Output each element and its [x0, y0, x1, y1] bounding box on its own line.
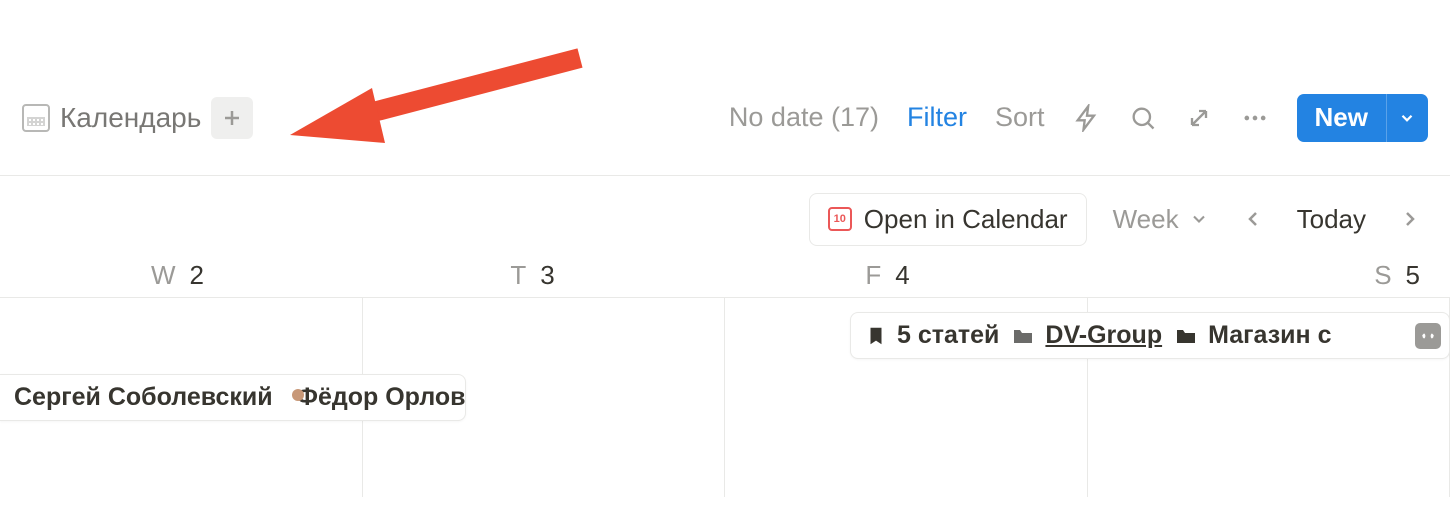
no-date-counter[interactable]: No date (17) — [729, 102, 879, 133]
event-tag-label: DV-Group — [1045, 321, 1162, 350]
new-button[interactable]: New — [1297, 94, 1386, 142]
folder-icon — [1174, 324, 1198, 348]
calendar-grid-icon — [22, 104, 50, 132]
chevron-down-icon — [1189, 209, 1209, 229]
event-person-name: Фёдор Орлов — [297, 383, 466, 412]
add-view-button[interactable] — [211, 97, 253, 139]
event-expand-handle[interactable] — [1415, 323, 1441, 349]
view-actions: No date (17) Filter Sort New — [729, 34, 1428, 142]
day-header: T 3 — [355, 260, 710, 291]
event-tag: DV-Group — [1011, 321, 1162, 350]
drag-horizontal-icon — [1420, 328, 1436, 344]
day-number: 3 — [540, 260, 554, 291]
range-label: Week — [1113, 204, 1179, 235]
event-tag: Магазин с — [1174, 321, 1331, 350]
day-letter: S — [1374, 260, 1391, 291]
day-header: F 4 — [710, 260, 1065, 291]
calendar-event[interactable]: 5 статей DV-Group Магазин с — [850, 312, 1450, 359]
bookmark-icon — [865, 325, 887, 347]
filter-button[interactable]: Filter — [907, 102, 967, 133]
day-header-row: W 2 T 3 F 4 S 5 — [0, 246, 1450, 297]
folder-icon — [1011, 324, 1035, 348]
new-button-dropdown[interactable] — [1386, 94, 1428, 142]
sort-button[interactable]: Sort — [995, 102, 1045, 133]
lightning-icon — [1073, 104, 1101, 132]
open-in-calendar-label: Open in Calendar — [864, 204, 1068, 235]
new-button-group: New — [1297, 94, 1428, 142]
calendar-subtoolbar: Open in Calendar Week Today — [0, 176, 1450, 246]
day-number: 4 — [895, 260, 909, 291]
day-header: W 2 — [0, 260, 355, 291]
day-letter: F — [865, 260, 881, 291]
view-tabs: Календарь — [22, 37, 253, 139]
open-in-calendar-button[interactable]: Open in Calendar — [809, 193, 1087, 246]
event-person-name: Сергей Соболевский — [14, 383, 273, 412]
calendar-grid[interactable]: Сергей Соболевский Фёдор Орлов 5 статей … — [0, 297, 1450, 497]
event-tag-label: Магазин с — [1208, 321, 1331, 350]
day-letter: W — [151, 260, 176, 291]
view-toolbar: Календарь No date (17) Filter Sort New — [0, 0, 1450, 176]
calendar-event[interactable]: Сергей Соболевский Фёдор Орлов — [0, 374, 466, 421]
day-header: S 5 — [1065, 260, 1450, 291]
annotation-arrow — [280, 40, 590, 170]
day-number: 5 — [1406, 260, 1420, 291]
range-selector[interactable]: Week — [1113, 204, 1209, 235]
expand-diagonal-icon — [1185, 104, 1213, 132]
chevron-right-icon — [1398, 207, 1422, 231]
event-tag: 5 статей — [865, 321, 999, 350]
calendar-view-tab[interactable]: Календарь — [22, 102, 201, 134]
dots-horizontal-icon — [1241, 104, 1269, 132]
event-tag-label: 5 статей — [897, 321, 999, 350]
day-number: 2 — [190, 260, 204, 291]
today-button[interactable]: Today — [1297, 204, 1366, 235]
day-letter: T — [510, 260, 526, 291]
expand-button[interactable] — [1185, 104, 1213, 132]
automations-button[interactable] — [1073, 104, 1101, 132]
search-icon — [1129, 104, 1157, 132]
more-button[interactable] — [1241, 104, 1269, 132]
search-button[interactable] — [1129, 104, 1157, 132]
chevron-left-icon — [1241, 207, 1265, 231]
plus-icon — [220, 106, 244, 130]
chevron-down-icon — [1398, 109, 1416, 127]
view-tab-label: Календарь — [60, 102, 201, 134]
calendar-app-icon — [828, 207, 852, 231]
next-range-button[interactable] — [1392, 201, 1428, 237]
prev-range-button[interactable] — [1235, 201, 1271, 237]
